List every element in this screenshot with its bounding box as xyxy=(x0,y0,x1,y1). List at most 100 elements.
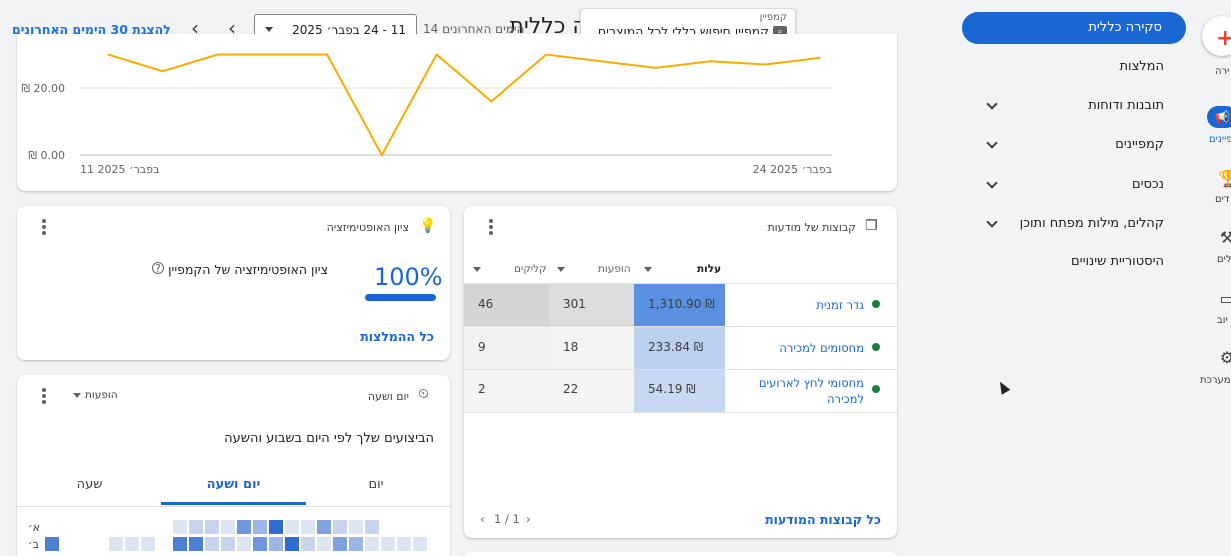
nav-item-audiences-keywords-content[interactable]: קהלים, מילות מפתח ותוכן xyxy=(1020,216,1164,231)
cell-cost: 1,310.90 ₪ xyxy=(648,297,715,311)
ad-group-link[interactable]: גדר זמנית xyxy=(816,297,864,313)
tab-day-and-hour[interactable]: יום ושעה xyxy=(161,477,306,492)
heatmap-cell[interactable] xyxy=(365,537,379,551)
column-header-clicks[interactable]: קליקים xyxy=(514,263,547,275)
column-header-cost[interactable]: עלות xyxy=(697,263,721,275)
metric-select[interactable]: הופעות xyxy=(73,389,118,401)
cell-bg xyxy=(464,283,549,326)
heatmap-cell[interactable] xyxy=(205,520,219,534)
nav-item-recommendations[interactable]: המלצות xyxy=(1119,59,1164,74)
tab-day[interactable]: יום xyxy=(321,477,431,492)
cell-clicks: 46 xyxy=(478,297,494,311)
heatmap-cell[interactable] xyxy=(173,520,187,534)
heatmap-cell[interactable] xyxy=(285,520,299,534)
heatmap-cell[interactable] xyxy=(301,537,315,551)
data-point xyxy=(655,67,657,69)
x-tick-label: 11 בפבר׳ 2025 xyxy=(80,163,159,176)
rail-campaigns-button[interactable]: 📢 xyxy=(1207,106,1231,128)
optimization-score-bar xyxy=(365,294,436,301)
heatmap-cell[interactable] xyxy=(269,520,283,534)
heatmap-cell[interactable] xyxy=(173,537,187,551)
heatmap-cell[interactable] xyxy=(221,520,235,534)
heatmap-cell[interactable] xyxy=(333,520,347,534)
heatmap-cell[interactable] xyxy=(285,537,299,551)
performance-chart-card: ₪ 0.00 ₪ 20.00 11 בפבר׳ 2025 24 בפבר׳ 2025 xyxy=(17,34,897,191)
all-recommendations-link[interactable]: כל ההמלצות xyxy=(360,329,434,344)
nav-item-campaigns[interactable]: קמפיינים xyxy=(1115,137,1164,152)
pagination-next-icon[interactable]: › xyxy=(526,512,531,526)
heatmap-cell[interactable] xyxy=(413,537,427,551)
heatmap-cell[interactable] xyxy=(253,520,267,534)
more-options-icon[interactable] xyxy=(42,388,46,404)
tab-hour[interactable]: שעה xyxy=(37,477,142,492)
status-enabled-icon xyxy=(872,300,880,308)
chevron-down-icon[interactable] xyxy=(985,138,999,152)
data-point xyxy=(162,70,164,72)
heatmap-row-label: א׳ xyxy=(28,521,40,534)
heatmap-cell[interactable] xyxy=(189,520,203,534)
all-ad-groups-link[interactable]: כל קבוצות המודעות xyxy=(765,512,881,528)
pagination-text: 1 / 1 xyxy=(494,512,520,526)
y-tick-label: ₪ 0.00 xyxy=(28,149,65,162)
rail-label-tools: לים xyxy=(1217,254,1231,265)
heatmap-cell[interactable] xyxy=(253,537,267,551)
heatmap-cell[interactable] xyxy=(349,520,363,534)
data-point xyxy=(709,60,711,62)
pagination-prev-icon[interactable]: ‹ xyxy=(480,512,485,526)
heatmap-cell[interactable] xyxy=(365,520,379,534)
heatmap-cell[interactable] xyxy=(301,520,315,534)
dropdown-caret-icon xyxy=(73,392,81,398)
cell-bg xyxy=(464,326,549,369)
heatmap-cell[interactable] xyxy=(45,537,59,551)
heatmap-cell[interactable] xyxy=(189,537,203,551)
heatmap-cell[interactable] xyxy=(221,537,235,551)
metric-select-value: הופעות xyxy=(85,389,118,401)
heatmap-cell[interactable] xyxy=(237,537,251,551)
data-point xyxy=(217,54,219,55)
heatmap-cell[interactable] xyxy=(317,520,331,534)
heatmap-row-label: ב׳ xyxy=(28,538,39,551)
heatmap-cell[interactable] xyxy=(109,537,123,551)
heatmap-cell[interactable] xyxy=(381,537,395,551)
google-plus-icon: + xyxy=(1216,26,1231,51)
nav-item-insights-reports[interactable]: תובנות ודוחות xyxy=(1088,98,1164,113)
lightbulb-icon: 💡 xyxy=(419,218,437,234)
trophy-icon[interactable]: 🏆 xyxy=(1218,170,1231,188)
more-options-icon[interactable] xyxy=(489,219,493,235)
credit-card-icon[interactable]: ▭ xyxy=(1218,290,1231,308)
sort-caret-icon[interactable] xyxy=(644,267,652,272)
sort-caret-icon[interactable] xyxy=(473,267,481,272)
heatmap-cell[interactable] xyxy=(397,537,411,551)
series-line xyxy=(107,52,821,158)
data-point xyxy=(107,54,109,55)
more-options-icon[interactable] xyxy=(42,219,46,235)
heatmap-cell[interactable] xyxy=(317,537,331,551)
column-header-impressions[interactable]: הופעות xyxy=(598,263,631,275)
ad-group-link[interactable]: מחסומים למכירה xyxy=(779,340,864,356)
day-hour-subtitle: הביצועים שלך לפי היום בשבוע והשעה xyxy=(224,431,434,446)
gear-icon[interactable]: ⚙ xyxy=(1218,349,1231,367)
dropdown-caret-icon xyxy=(265,27,273,32)
divider xyxy=(464,412,897,413)
nav-item-change-history[interactable]: היסטוריית שינויים xyxy=(1071,254,1164,269)
campaign-selector-label: קמפיין xyxy=(759,12,787,23)
nav-item-assets[interactable]: נכסים xyxy=(1132,177,1164,192)
tools-icon[interactable]: ⚒ xyxy=(1218,229,1231,247)
heatmap-cell[interactable] xyxy=(349,537,363,551)
sort-caret-icon[interactable] xyxy=(557,267,565,272)
heatmap-cell[interactable] xyxy=(333,537,347,551)
heatmap-cell[interactable] xyxy=(237,520,251,534)
ad-group-link[interactable]: מחסומי לחץ לארועים למכירה xyxy=(749,375,864,407)
nav-item-overview[interactable]: סקירה כללית xyxy=(962,12,1186,44)
optimization-score-title: ציון האופטימיזציה xyxy=(326,221,409,234)
ad-groups-card: ❐ קבוצות של מודעות עלות הופעות קליקים גד… xyxy=(464,206,897,538)
heatmap-cell[interactable] xyxy=(141,537,155,551)
chevron-down-icon[interactable] xyxy=(985,178,999,192)
help-icon[interactable]: ? xyxy=(152,262,164,274)
heatmap-cell[interactable] xyxy=(269,537,283,551)
cell-bg xyxy=(549,283,634,326)
heatmap-cell[interactable] xyxy=(205,537,219,551)
chevron-down-icon[interactable] xyxy=(985,99,999,113)
chevron-down-icon[interactable] xyxy=(985,217,999,231)
heatmap-cell[interactable] xyxy=(125,537,139,551)
